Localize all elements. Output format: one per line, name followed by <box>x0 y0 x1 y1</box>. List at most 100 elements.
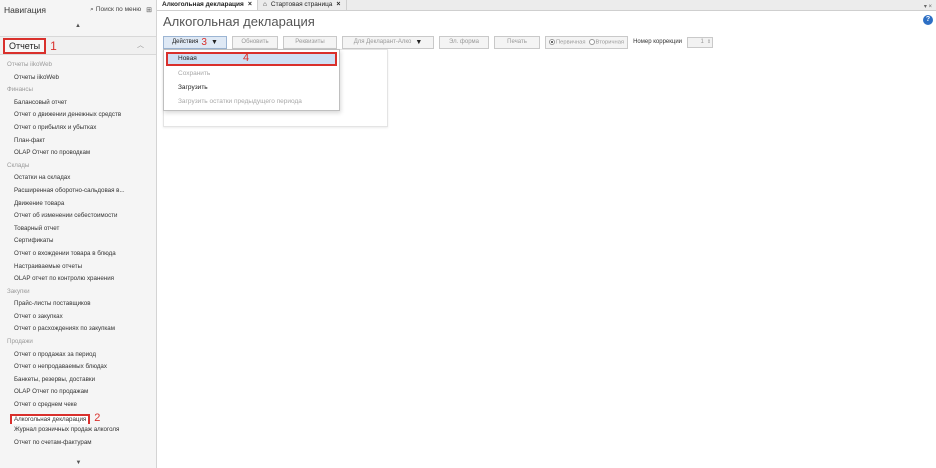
menu-item-load[interactable]: Загрузить <box>164 81 339 95</box>
tree-item[interactable]: Отчет о прибылях и убытках <box>0 122 156 135</box>
declarant-label: Для Декларант-Алко <box>353 39 412 45</box>
menu-search[interactable]: ⌕ Поиск по меню <box>90 6 141 14</box>
page-title: Алкогольная декларация <box>163 14 315 29</box>
tree-item[interactable]: Движение товара <box>0 198 156 211</box>
tree-group-label: Закупки <box>0 286 156 299</box>
tab-alcohol-declaration[interactable]: Алкогольная декларация × <box>157 0 258 10</box>
tree-item-label: OLAP Отчет по проводкам <box>14 149 91 157</box>
tree-item-label: Отчет о расхождениях по закупкам <box>14 325 115 333</box>
close-icon[interactable]: × <box>248 1 252 8</box>
tree-item[interactable]: Отчет о расхождениях по закупкам <box>0 323 156 336</box>
tree-item-label: Расширенная оборотно-сальдовая в... <box>14 186 125 194</box>
menu-item-load-previous[interactable]: Загрузить остатки предыдущего периода <box>164 95 339 109</box>
tree-item-label: Склады <box>7 161 30 169</box>
declarant-button[interactable]: Для Декларант-Алко ▼ <box>342 35 434 49</box>
tab-menu-controls[interactable]: ▾ × <box>924 3 936 10</box>
actions-dropdown-menu: Новая 4 Сохранить Загрузить Загрузить ос… <box>163 49 340 111</box>
eform-button[interactable]: Эл. форма <box>439 35 489 49</box>
tree-item[interactable]: Балансовый отчет <box>0 97 156 110</box>
chevron-down-icon: ▼ <box>415 38 423 46</box>
tree-item-label: Банкеты, резервы, доставки <box>14 375 96 383</box>
print-button[interactable]: Печать <box>494 35 540 49</box>
scroll-up-icon[interactable]: ▲ <box>0 19 156 33</box>
tree-item[interactable]: OLAP Отчет по проводкам <box>0 147 156 160</box>
sidebar-header: Навигация ⌕ Поиск по меню ⊞ <box>0 0 156 19</box>
tab-start-page[interactable]: ⌂ Стартовая страница × <box>258 0 347 10</box>
tree-item-label: OLAP Отчет по продажам <box>14 388 89 396</box>
tree-item-label: Товарный отчет <box>14 224 60 232</box>
tree-item[interactable]: Настраиваемые отчеты <box>0 261 156 274</box>
pin-icon[interactable]: ⊞ <box>146 6 152 14</box>
tree-item-label: Отчет о среднем чеке <box>14 401 77 409</box>
close-icon[interactable]: × <box>336 1 340 8</box>
tree-item-label: Отчет о вхождении товара в блюда <box>14 249 116 257</box>
chevron-down-icon: ▼ <box>210 38 218 46</box>
tree-item[interactable]: Отчет о закупках <box>0 311 156 324</box>
tree-item-label: Отчет о прибылях и убытках <box>14 123 97 131</box>
tree-item[interactable]: Отчет о вхождении товара в блюда <box>0 248 156 261</box>
primary-radio[interactable]: Первичная <box>549 38 586 46</box>
tree-item[interactable]: Отчет о непродаваемых блюдах <box>0 361 156 374</box>
tree-item[interactable]: Товарный отчет <box>0 223 156 236</box>
spinner-arrows-icon[interactable]: ⇕ <box>707 39 711 45</box>
tree-item[interactable]: OLAP отчет по контролю хранения <box>0 273 156 286</box>
tree-item[interactable]: План-факт <box>0 135 156 148</box>
navigation-sidebar: Навигация ⌕ Поиск по меню ⊞ ▲ Отчеты 1 ︿… <box>0 0 157 468</box>
tab-label: Стартовая страница <box>270 1 333 8</box>
actions-button[interactable]: Действия 3 ▼ <box>163 35 227 49</box>
menu-item-new-label: Новая <box>178 55 197 62</box>
secondary-label: Вторичная <box>595 39 625 46</box>
step-marker: 4 <box>243 52 250 64</box>
tree-item[interactable]: Отчет о среднем чеке <box>0 399 156 412</box>
tree-item[interactable]: Прайс-листы поставщиков <box>0 298 156 311</box>
tree-item-label: Прайс-листы поставщиков <box>14 300 91 308</box>
tree-item[interactable]: Отчет о движении денежных средств <box>0 109 156 122</box>
radio-unchecked-icon <box>588 38 595 45</box>
actions-label: Действия <box>172 39 199 45</box>
help-icon[interactable]: ? <box>923 15 933 25</box>
tree-item-label: Отчет о непродаваемых блюдах <box>14 363 107 371</box>
menu-item-new[interactable]: Новая 4 <box>166 52 337 66</box>
tree-group-label: Продажи <box>0 336 156 349</box>
tree-item-label: План-факт <box>14 136 46 144</box>
tree-item-label: Финансы <box>7 86 33 94</box>
secondary-radio[interactable]: Вторичная <box>588 38 625 46</box>
refresh-button[interactable]: Обновить <box>232 35 278 49</box>
category-header[interactable]: Отчеты 1 ︿ <box>0 36 156 55</box>
tree-item[interactable]: Сертификаты <box>0 235 156 248</box>
sidebar-title: Навигация <box>4 4 46 15</box>
tree-item[interactable]: OLAP Отчет по продажам <box>0 386 156 399</box>
tree-group-label: Финансы <box>0 84 156 97</box>
tree-item[interactable]: Отчет о продажах за период <box>0 349 156 362</box>
category-reports[interactable]: Отчеты <box>3 37 47 54</box>
tree-item[interactable]: Алкогольная декларация 2 <box>0 412 156 425</box>
menu-item-save[interactable]: Сохранить <box>164 67 339 81</box>
tree-item-label: Журнал розничных продаж алкоголя <box>14 426 120 434</box>
tree-item[interactable]: Расширенная оборотно-сальдовая в... <box>0 185 156 198</box>
tree-item[interactable]: Отчет по счетам-фактурам <box>0 437 156 450</box>
tree-item-label: Движение товара <box>14 199 65 207</box>
primary-label: Первичная <box>556 39 586 46</box>
search-icon: ⌕ <box>90 5 94 13</box>
step-marker: 1 <box>50 38 57 53</box>
tree-item[interactable]: Журнал розничных продаж алкоголя <box>0 424 156 437</box>
correction-label: Номер коррекции <box>633 39 683 45</box>
chevron-up-icon[interactable]: ︿ <box>137 40 144 50</box>
tree-item-label: Отчет об изменении себестоимости <box>14 212 118 220</box>
tree-item-label: Отчет о продажах за период <box>14 350 96 358</box>
step-marker: 2 <box>94 411 101 424</box>
scroll-down-icon[interactable]: ▼ <box>0 460 157 466</box>
declaration-type-group: Первичная Вторичная <box>545 35 629 49</box>
tree-item-label: OLAP отчет по контролю хранения <box>14 275 115 283</box>
tree-item[interactable]: Отчет об изменении себестоимости <box>0 210 156 223</box>
step-marker: 3 <box>201 36 207 48</box>
tree-item[interactable]: Банкеты, резервы, доставки <box>0 374 156 387</box>
tree-item[interactable]: Остатки на складах <box>0 172 156 185</box>
tree-item-label: Отчеты iikoWeb <box>14 73 60 81</box>
tree-item-label: Остатки на складах <box>14 174 71 182</box>
tree-item-label: Закупки <box>7 287 30 295</box>
requisites-button[interactable]: Реквизиты <box>283 35 337 49</box>
tree-item-label: Сертификаты <box>14 237 54 245</box>
tree-item[interactable]: Отчеты iikoWeb <box>0 72 156 85</box>
correction-spinner[interactable]: 1 ⇕ <box>687 36 714 48</box>
